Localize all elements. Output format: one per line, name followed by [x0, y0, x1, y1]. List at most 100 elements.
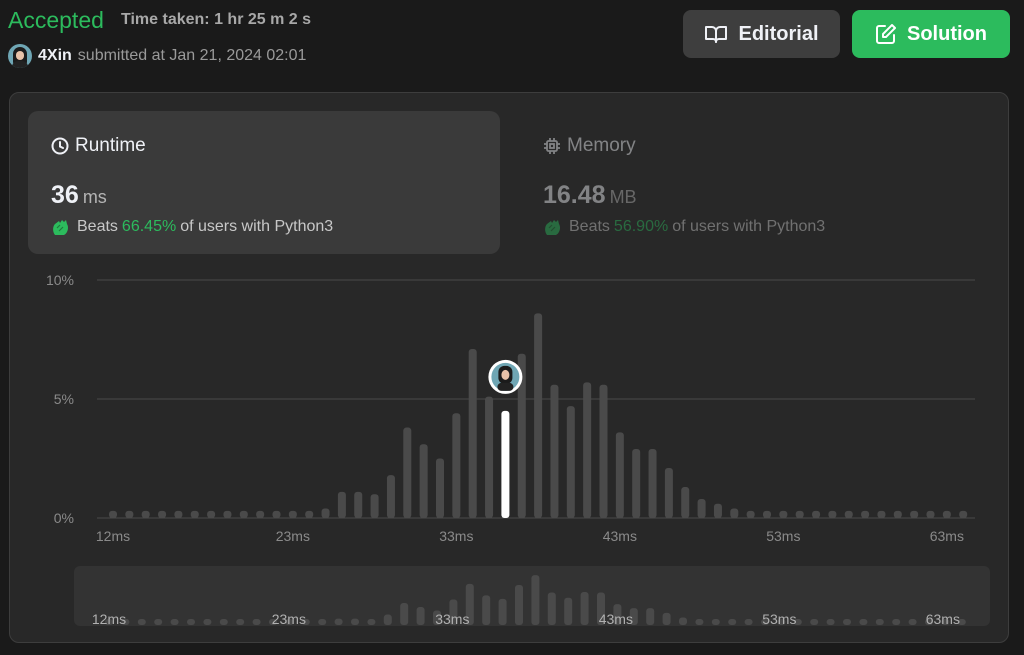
chart-bar[interactable] [452, 413, 461, 518]
mini-bar [236, 619, 245, 625]
chart-bar[interactable] [354, 491, 363, 518]
chart-bar[interactable] [337, 491, 346, 518]
chart-bar[interactable] [812, 510, 821, 518]
chart-bar[interactable] [599, 384, 608, 518]
runtime-distribution-chart[interactable]: 10% 5% 0% 12ms 23ms 33ms 43ms 53ms 63ms 12ms 23m… [0, 0, 1024, 655]
chart-bar[interactable] [697, 498, 706, 518]
mini-x-tick-label: 63ms [926, 611, 960, 627]
chart-bar[interactable] [861, 510, 870, 518]
mini-bar [531, 575, 540, 625]
x-tick-label: 53ms [766, 528, 800, 544]
chart-bar[interactable] [795, 510, 804, 518]
chart-bar[interactable] [386, 475, 395, 518]
chart-bar[interactable] [141, 510, 150, 518]
mini-x-tick-label: 53ms [762, 611, 796, 627]
chart-bar[interactable] [844, 510, 853, 518]
chart-bar[interactable] [239, 510, 248, 518]
user-avatar-marker[interactable] [488, 359, 523, 394]
mini-bar [252, 619, 261, 625]
mini-bar [547, 592, 556, 625]
chart-bar[interactable] [828, 510, 837, 518]
mini-bar [580, 591, 589, 625]
chart-bar[interactable] [746, 510, 755, 518]
mini-bar [318, 619, 327, 625]
x-tick-label: 43ms [603, 528, 637, 544]
mini-bar [170, 619, 179, 625]
chart-bar[interactable] [174, 510, 183, 518]
chart-bar[interactable] [223, 510, 232, 518]
chart-bar[interactable] [403, 427, 412, 518]
y-tick-label: 5% [54, 391, 74, 407]
mini-bar [843, 619, 851, 625]
mini-bar [137, 619, 146, 625]
chart-bar[interactable] [109, 510, 117, 518]
chart-bar[interactable] [959, 510, 968, 518]
chart-bar[interactable] [370, 494, 379, 518]
chart-bar[interactable] [207, 510, 216, 518]
mini-bar [892, 619, 901, 625]
chart-bar[interactable] [713, 503, 722, 518]
selected-bar[interactable] [501, 410, 510, 518]
chart-bar[interactable] [877, 510, 886, 518]
chart-bar[interactable] [763, 510, 771, 518]
chart-bar[interactable] [615, 432, 624, 518]
chart-bar[interactable] [926, 510, 935, 518]
mini-bar [564, 597, 573, 625]
chart-bar[interactable] [550, 384, 559, 518]
mini-bar [351, 618, 359, 625]
mini-bar [515, 584, 523, 625]
chart-bar[interactable] [468, 349, 477, 518]
mini-bar [728, 619, 737, 625]
mini-x-tick-label: 33ms [435, 611, 469, 627]
chart-bar[interactable] [419, 444, 428, 518]
mini-x-tick-label: 23ms [272, 611, 306, 627]
chart-bar[interactable] [730, 508, 739, 518]
chart-bar[interactable] [779, 510, 788, 518]
chart-bar[interactable] [256, 510, 265, 518]
mini-bar [662, 612, 671, 625]
chart-bar[interactable] [125, 510, 134, 518]
x-tick-label: 33ms [439, 528, 473, 544]
x-tick-label: 12ms [96, 528, 130, 544]
chart-bar[interactable] [632, 448, 641, 518]
y-tick-label: 0% [54, 510, 74, 526]
chart-bar[interactable] [664, 468, 673, 518]
mini-bar [203, 619, 212, 625]
mini-bar [367, 619, 376, 625]
mini-bar [711, 619, 720, 625]
chart-bar[interactable] [893, 510, 902, 518]
chart-bar[interactable] [190, 510, 199, 518]
chart-bar[interactable] [485, 396, 494, 518]
chart-bar[interactable] [436, 458, 444, 519]
x-tick-label: 63ms [930, 528, 964, 544]
chart-bar[interactable] [681, 487, 690, 518]
y-tick-label: 10% [46, 272, 74, 288]
mini-bar [810, 619, 819, 625]
mini-bar [154, 619, 163, 625]
mini-bar [383, 614, 392, 625]
mini-bar [498, 598, 507, 625]
chart-bar[interactable] [583, 382, 592, 518]
mini-bar [859, 619, 868, 625]
chart-bar[interactable] [321, 508, 330, 518]
mini-bar [219, 619, 228, 625]
mini-bar [646, 608, 655, 625]
chart-bar[interactable] [272, 510, 281, 518]
chart-bar[interactable] [566, 406, 575, 518]
mini-bar [187, 619, 195, 625]
mini-x-tick-label: 43ms [599, 611, 633, 627]
chart-bar[interactable] [158, 510, 167, 518]
mini-x-tick-label: 12ms [92, 611, 126, 627]
chart-bar[interactable] [942, 510, 951, 518]
mini-bar [334, 618, 343, 625]
mini-bar [400, 602, 409, 625]
mini-bar [826, 619, 835, 625]
chart-bar[interactable] [910, 510, 919, 518]
mini-bar [482, 595, 491, 625]
chart-bar[interactable] [305, 510, 314, 518]
mini-bar [875, 619, 884, 625]
chart-bar[interactable] [288, 510, 297, 518]
chart-bar[interactable] [648, 448, 657, 518]
chart-bar[interactable] [534, 313, 543, 518]
x-tick-label: 23ms [276, 528, 310, 544]
